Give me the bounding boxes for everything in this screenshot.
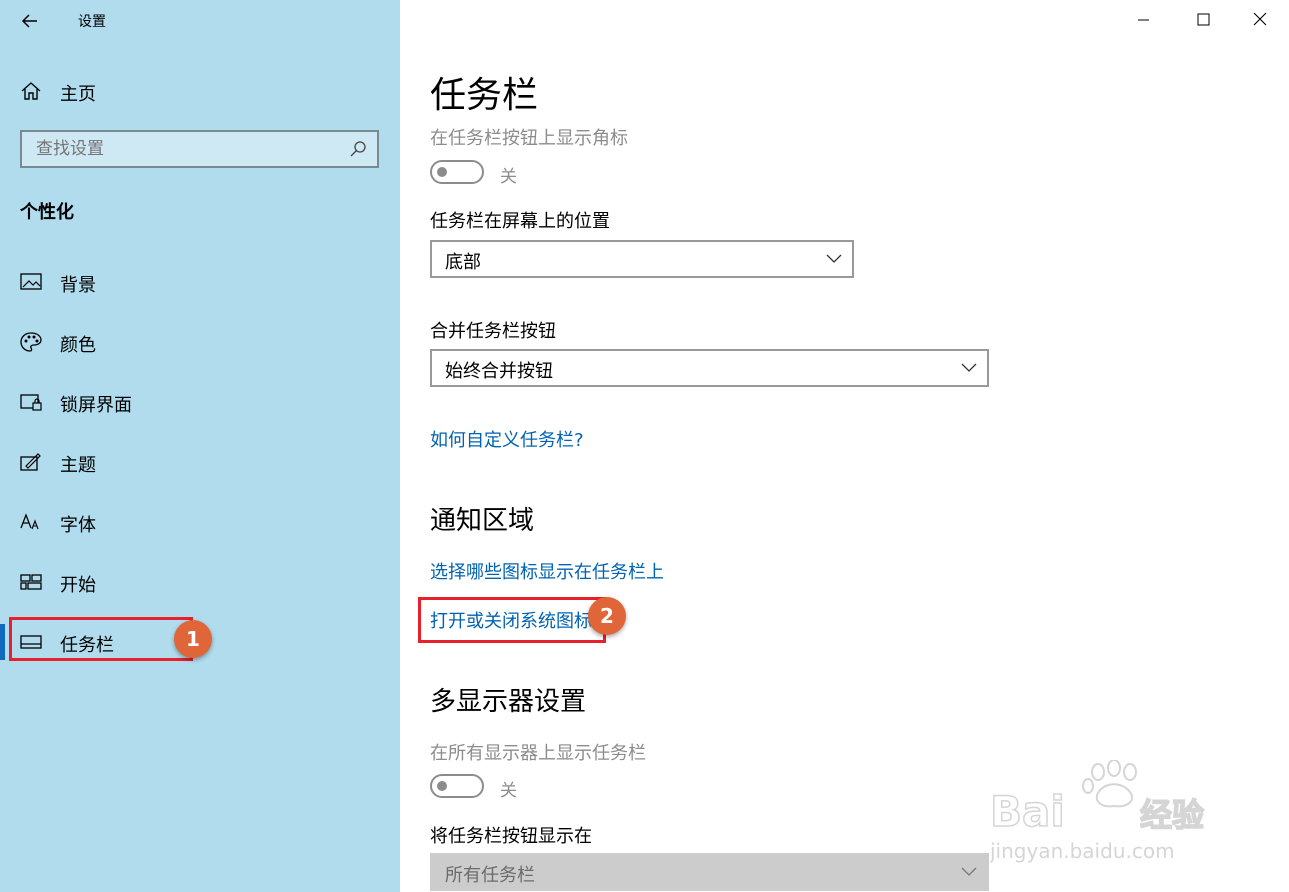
back-arrow-icon <box>21 14 37 28</box>
svg-text:经验: 经验 <box>1140 796 1204 834</box>
sidebar-item-start[interactable]: 开始 <box>0 562 400 602</box>
combine-value: 始终合并按钮 <box>445 361 553 382</box>
sidebar-item-lock-screen[interactable]: 锁屏界面 <box>0 382 400 422</box>
position-dropdown[interactable]: 底部 <box>430 240 854 278</box>
maximize-icon <box>1197 13 1210 26</box>
sidebar-item-label: 锁屏界面 <box>60 395 132 416</box>
sidebar-item-label: 背景 <box>60 275 96 296</box>
search-box[interactable] <box>20 130 379 168</box>
select-icons-link[interactable]: 选择哪些图标显示在任务栏上 <box>430 558 664 584</box>
toggle-knob <box>437 781 447 791</box>
sidebar: 设置 主页 个性化 背景 颜色 锁 <box>0 0 400 892</box>
toggle-knob <box>437 167 447 177</box>
customize-taskbar-link[interactable]: 如何自定义任务栏? <box>430 426 584 452</box>
highlight-box-taskbar <box>9 617 193 661</box>
close-icon <box>1253 12 1267 26</box>
sidebar-item-label: 开始 <box>60 575 96 596</box>
minimize-button[interactable] <box>1120 6 1166 34</box>
badges-toggle-state: 关 <box>500 167 517 187</box>
multi-display-heading: 多显示器设置 <box>430 687 587 717</box>
baidu-watermark-logo: Bai 经验 jingyan.baidu.com <box>990 760 1205 863</box>
lock-screen-icon <box>20 394 42 411</box>
step-badge-1: 1 <box>174 620 212 658</box>
sidebar-item-themes[interactable]: 主题 <box>0 442 400 482</box>
sidebar-item-label: 主题 <box>60 455 96 476</box>
combine-label: 合并任务栏按钮 <box>430 321 556 342</box>
home-label: 主页 <box>60 84 96 105</box>
app-title: 设置 <box>78 14 106 30</box>
image-icon <box>20 273 42 290</box>
notification-heading: 通知区域 <box>430 506 535 536</box>
multi-buttons-dropdown[interactable]: 所有任务栏 <box>430 853 989 891</box>
sidebar-item-label: 字体 <box>60 515 96 536</box>
badges-label: 在任务栏按钮上显示角标 <box>430 128 628 149</box>
page-title: 任务栏 <box>430 75 539 116</box>
close-button[interactable] <box>1236 6 1282 34</box>
selection-indicator <box>0 624 5 660</box>
multi-show-toggle-state: 关 <box>500 781 517 801</box>
search-input[interactable] <box>22 132 346 166</box>
svg-text:Bai: Bai <box>990 787 1065 836</box>
back-button[interactable] <box>14 8 46 34</box>
maximize-button[interactable] <box>1180 6 1226 34</box>
multi-show-label: 在所有显示器上显示任务栏 <box>430 743 646 764</box>
minimize-icon <box>1138 19 1149 21</box>
start-icon <box>20 574 42 590</box>
position-label: 任务栏在屏幕上的位置 <box>430 211 610 232</box>
home-icon <box>21 82 41 100</box>
badges-toggle[interactable] <box>430 160 484 184</box>
search-icon[interactable] <box>349 140 367 158</box>
nav-home[interactable]: 主页 <box>0 72 400 112</box>
chevron-down-icon <box>826 254 842 263</box>
font-icon <box>20 513 39 530</box>
sidebar-item-colors[interactable]: 颜色 <box>0 322 400 362</box>
main-pane: 任务栏 在任务栏按钮上显示角标 关 任务栏在屏幕上的位置 底部 合并任务栏按钮 … <box>400 0 1289 892</box>
palette-icon <box>20 332 42 352</box>
position-value: 底部 <box>445 252 481 273</box>
chevron-down-icon <box>961 363 977 372</box>
highlight-box-system-icons <box>418 597 606 643</box>
section-title: 个性化 <box>20 202 74 223</box>
sidebar-item-background[interactable]: 背景 <box>0 262 400 302</box>
chevron-down-icon <box>961 867 977 876</box>
multi-buttons-label: 将任务栏按钮显示在 <box>430 826 592 847</box>
combine-dropdown[interactable]: 始终合并按钮 <box>430 349 989 387</box>
sidebar-item-fonts[interactable]: 字体 <box>0 502 400 542</box>
multi-show-toggle[interactable] <box>430 774 484 798</box>
svg-text:jingyan.baidu.com: jingyan.baidu.com <box>990 839 1175 863</box>
theme-icon <box>20 453 41 471</box>
step-badge-2: 2 <box>588 597 626 635</box>
multi-buttons-value: 所有任务栏 <box>445 865 535 886</box>
sidebar-item-label: 颜色 <box>60 335 96 356</box>
